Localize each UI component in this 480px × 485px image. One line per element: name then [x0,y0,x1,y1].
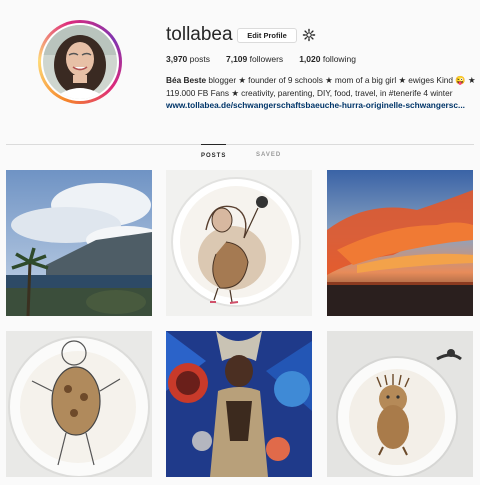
post-tile-carnival[interactable] [166,331,312,477]
tab-posts[interactable]: POSTS [201,144,227,165]
avatar[interactable] [43,25,117,99]
post-tile-latte-baby[interactable] [327,331,473,477]
post-tile-coast[interactable] [6,170,152,316]
profile-bio: Béa Beste blogger ★ founder of 9 schools… [166,74,476,112]
avatar-border [41,23,119,101]
following-count: 1,020 [299,54,321,64]
tab-saved[interactable]: SAVED [256,146,281,164]
profile-stats: 3,970 posts 7,109 followers 1,020 follow… [166,54,372,64]
followers-stat[interactable]: 7,109 followers [226,54,283,64]
bio-link[interactable]: www.tollabea.de/schwangerschaftsbaeuche-… [166,99,476,112]
bio-name: Béa Beste [166,75,207,85]
following-stat[interactable]: 1,020 following [299,54,356,64]
profile-username: tollabea [166,24,233,45]
post-tile-latte-dancer[interactable] [166,170,312,316]
tabs-divider [6,144,474,145]
post-tile-sunset[interactable] [327,170,473,316]
following-label: following [322,54,356,64]
posts-stat[interactable]: 3,970 posts [166,54,210,64]
profile-avatar-ring[interactable] [38,20,122,104]
posts-count: 3,970 [166,54,188,64]
edit-profile-button[interactable]: Edit Profile [237,28,297,43]
bio-text: blogger ★ founder of 9 schools ★ mom of … [166,75,476,98]
posts-label: posts [189,54,210,64]
post-tile-latte-child[interactable] [6,331,152,477]
followers-count: 7,109 [225,54,248,64]
followers-label: followers [249,54,284,64]
gear-icon[interactable] [302,28,316,42]
